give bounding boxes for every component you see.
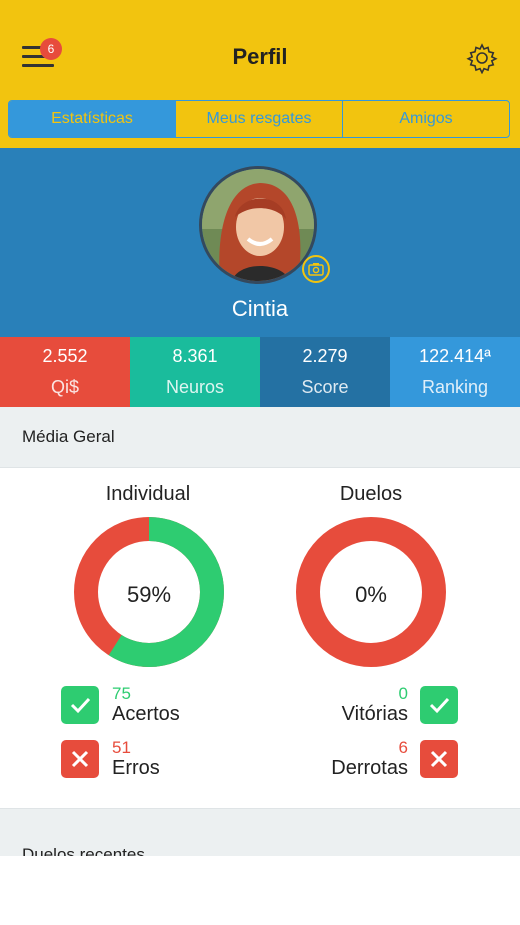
stat-value: 8.361 (172, 346, 218, 366)
stat-label: Qi$ (50, 377, 79, 397)
stat-neuros[interactable]: 8.361 Neuros (130, 337, 260, 407)
stats-bar: 2.552 Qi$ 8.361 Neuros 2.279 Score 122.4… (0, 337, 520, 407)
acertos-check-icon (61, 686, 99, 724)
individual-percent: 59% (126, 582, 172, 607)
stat-label: Ranking (421, 377, 489, 397)
stat-value: 122.414ª (419, 346, 491, 366)
gear-icon[interactable] (466, 42, 498, 74)
duelos-percent: 0% (355, 582, 387, 607)
section-title: Média Geral (22, 427, 115, 446)
change-photo-camera-icon[interactable] (302, 255, 330, 283)
profile-name: Cintia (231, 296, 289, 321)
stat-label: Score (301, 377, 349, 397)
tab-meus-resgates[interactable]: Meus resgates (175, 101, 342, 137)
stat-value: 2.279 (302, 346, 348, 366)
vitorias-label: Vitórias (341, 703, 408, 725)
tab-amigos[interactable]: Amigos (342, 101, 509, 137)
vitorias-count: 0 (398, 684, 408, 703)
page-title: Perfil (232, 44, 288, 69)
erros-count: 51 (112, 738, 131, 757)
stat-qis[interactable]: 2.552 Qi$ (0, 337, 130, 407)
individual-title: Individual (105, 483, 191, 505)
stat-label: Neuros (165, 377, 225, 397)
media-geral-header: Média Geral (0, 407, 520, 468)
acertos-count: 75 (112, 684, 131, 703)
erros-x-icon (61, 740, 99, 778)
acertos-label: Acertos (112, 703, 180, 725)
tab-bar: Estatísticas Meus resgates Amigos (8, 100, 510, 138)
tab-estatisticas[interactable]: Estatísticas (9, 101, 175, 137)
derrotas-count: 6 (398, 738, 408, 757)
profile-banner: Cintia (0, 148, 520, 337)
stat-value: 2.552 (42, 346, 88, 366)
derrotas-label: Derrotas (331, 757, 408, 779)
vitorias-check-icon (420, 686, 458, 724)
stat-ranking[interactable]: 122.414ª Ranking (390, 337, 520, 407)
stat-score[interactable]: 2.279 Score (260, 337, 390, 407)
duelos-title: Duelos (339, 483, 403, 505)
app-header: 6 Perfil Estatísticas Meus resgates Amig… (0, 0, 520, 148)
section-title: Duelos recentes (22, 845, 145, 856)
erros-label: Erros (112, 757, 160, 779)
avatar[interactable] (199, 166, 317, 284)
duelos-recentes-header: Duelos recentes (0, 808, 520, 856)
derrotas-x-icon (420, 740, 458, 778)
